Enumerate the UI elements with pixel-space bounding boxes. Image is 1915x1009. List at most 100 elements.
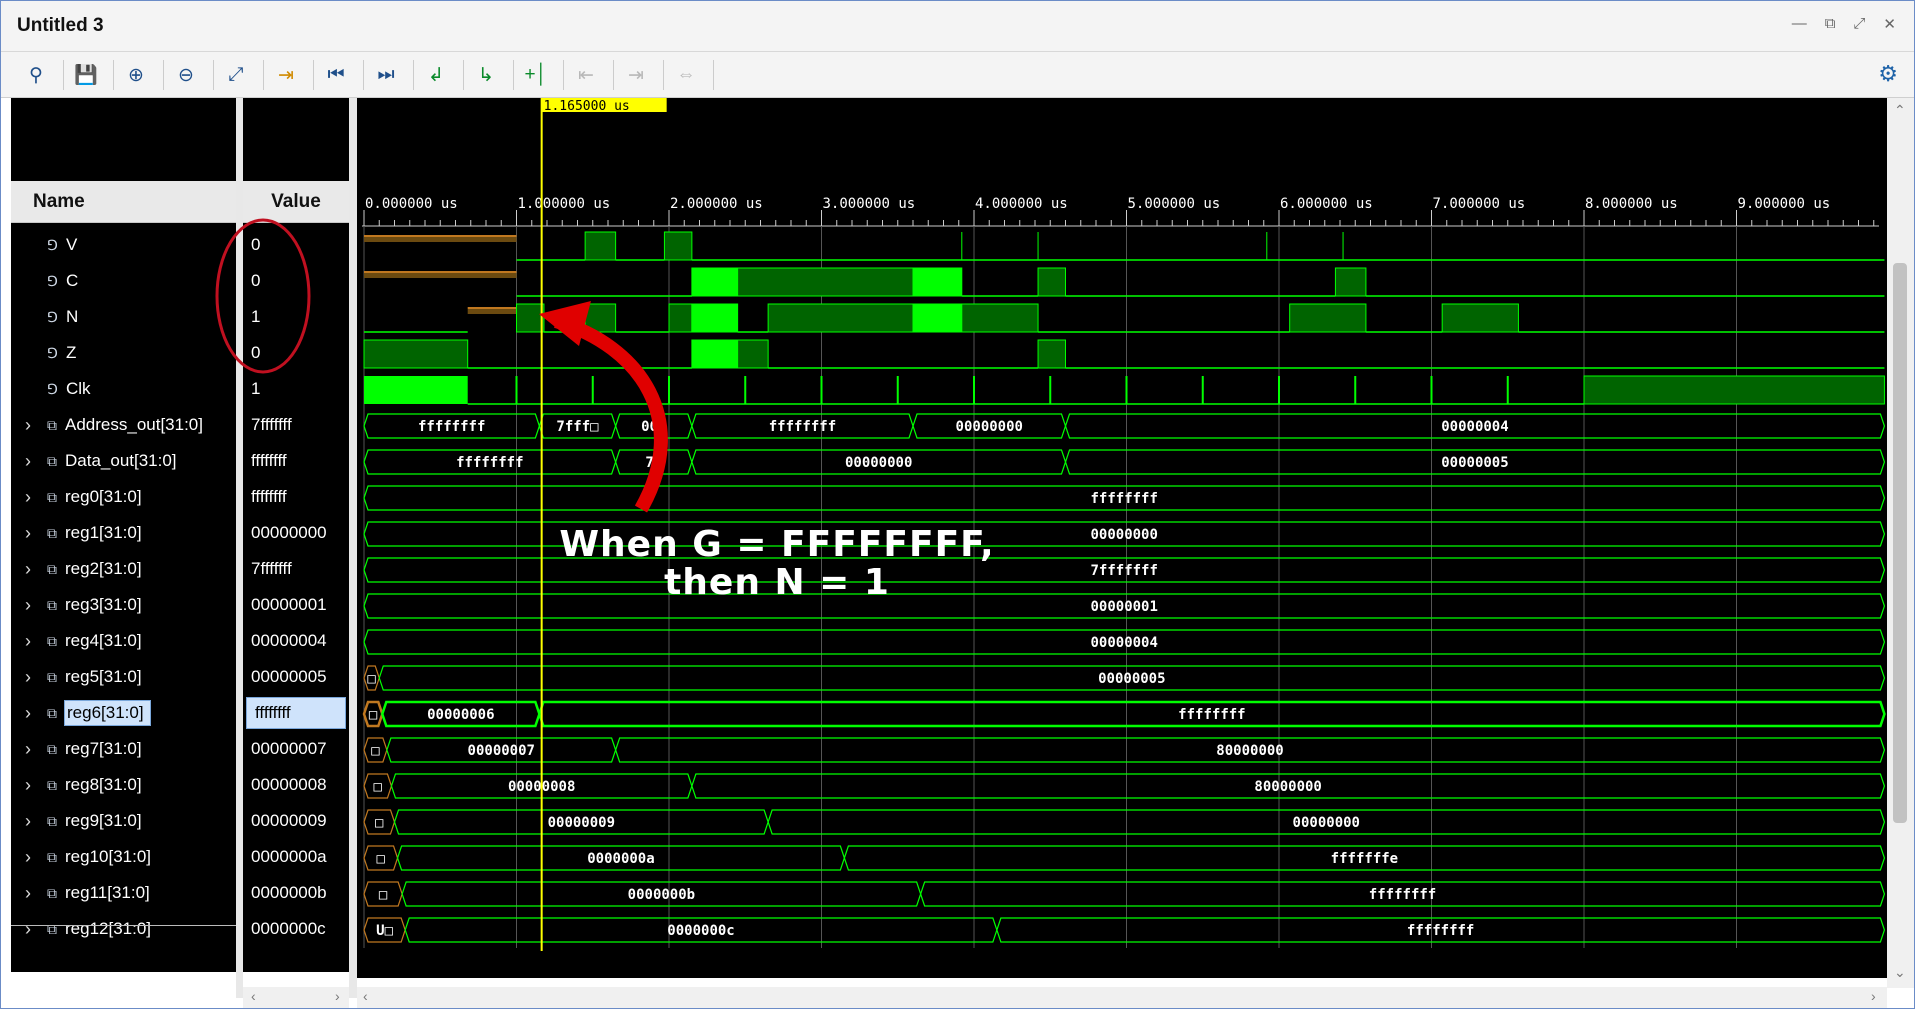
expand-chevron-icon[interactable]: ›: [25, 451, 31, 472]
bus-value-label: 00000007: [468, 743, 535, 759]
pane-splitter[interactable]: [236, 98, 243, 998]
bus-value-label: ffffffff: [1407, 923, 1474, 939]
wave-hscrollbar[interactable]: ‹ ›: [357, 987, 1887, 1008]
expand-chevron-icon[interactable]: ›: [25, 811, 31, 832]
time-tick-label: 1.000000 us: [518, 196, 611, 212]
zoom-fit-icon[interactable]: ⤢: [221, 60, 251, 90]
bus-signal-icon: ⧉: [47, 560, 57, 577]
signal-value: 0: [251, 271, 261, 290]
signal-row-reg6[interactable]: › ⧉ reg6[31:0]: [11, 695, 236, 731]
signal-row-address_out[interactable]: › ⧉ Address_out[31:0]: [11, 407, 236, 443]
bus-value-label: 7f: [645, 455, 662, 471]
maximize-icon[interactable]: ⤢: [1853, 15, 1865, 33]
signal-row-v[interactable]: ⅁ V: [11, 227, 236, 263]
restore-icon[interactable]: ⧉: [1825, 15, 1836, 33]
go-to-end-icon[interactable]: ⏭: [371, 60, 401, 90]
signal-row-reg7[interactable]: › ⧉ reg7[31:0]: [11, 731, 236, 767]
signal-name: Clk: [66, 379, 91, 398]
bus-value-label: □: [371, 743, 380, 759]
signal-name: Data_out[31:0]: [65, 451, 177, 470]
signal-row-z[interactable]: ⅁ Z: [11, 335, 236, 371]
signal-row-reg10[interactable]: › ⧉ reg10[31:0]: [11, 839, 236, 875]
bus-value-label: 00000006: [427, 707, 494, 723]
expand-chevron-icon[interactable]: ›: [25, 595, 31, 616]
signal-row-reg8[interactable]: › ⧉ reg8[31:0]: [11, 767, 236, 803]
signal-row-reg11[interactable]: › ⧉ reg11[31:0]: [11, 875, 236, 911]
bus-value-label: □: [367, 671, 376, 687]
bit-high: [663, 231, 693, 261]
bit-high: [1037, 267, 1066, 297]
signal-value: 7fffffff: [251, 559, 292, 578]
zoom-in-icon[interactable]: ⊕: [121, 60, 151, 90]
bus-signal-icon: ⧉: [47, 884, 57, 901]
bit-high: [584, 303, 617, 333]
name-column-header[interactable]: Name: [11, 181, 236, 223]
expand-chevron-icon[interactable]: ›: [25, 415, 31, 436]
expand-chevron-icon[interactable]: ›: [25, 775, 31, 796]
go-to-start-icon[interactable]: ⏮: [321, 60, 351, 90]
signal-row-reg3[interactable]: › ⧉ reg3[31:0]: [11, 587, 236, 623]
bus-value-label: 80000000: [1216, 743, 1283, 759]
expand-chevron-icon[interactable]: ›: [25, 919, 31, 940]
signal-value: 00000005: [251, 667, 327, 686]
zoom-out-icon[interactable]: ⊖: [171, 60, 201, 90]
scroll-up-icon[interactable]: ⌃: [1894, 102, 1906, 119]
signal-row-reg5[interactable]: › ⧉ reg5[31:0]: [11, 659, 236, 695]
scroll-down-icon[interactable]: ⌄: [1894, 964, 1906, 981]
go-to-cursor-icon[interactable]: ⇥: [271, 60, 301, 90]
expand-chevron-icon[interactable]: ›: [25, 487, 31, 508]
expand-chevron-icon[interactable]: ›: [25, 847, 31, 868]
bus-value-label: 00000000: [956, 419, 1023, 435]
pane-splitter[interactable]: [349, 98, 357, 998]
signal-name: reg3[31:0]: [65, 595, 142, 614]
signal-row-c[interactable]: ⅁ C: [11, 263, 236, 299]
signal-row-reg1[interactable]: › ⧉ reg1[31:0]: [11, 515, 236, 551]
bus-value-label: □: [374, 779, 383, 795]
signal-value: 0: [251, 235, 261, 254]
signal-row-reg4[interactable]: › ⧉ reg4[31:0]: [11, 623, 236, 659]
value-column-header[interactable]: Value: [243, 181, 349, 223]
expand-chevron-icon[interactable]: ›: [25, 631, 31, 652]
settings-icon[interactable]: ⚙: [1878, 61, 1898, 87]
minimize-icon[interactable]: —: [1792, 15, 1807, 33]
expand-chevron-icon[interactable]: ›: [25, 523, 31, 544]
signal-name: V: [66, 235, 78, 254]
previous-marker-icon[interactable]: ⇤: [571, 60, 601, 90]
scroll-left-icon[interactable]: ‹: [251, 988, 256, 1004]
scroll-left-icon[interactable]: ‹: [363, 988, 368, 1004]
search-icon[interactable]: ⚲: [21, 60, 51, 90]
signal-name: reg2[31:0]: [65, 559, 142, 578]
bit-high: [737, 339, 769, 369]
signal-row-clk[interactable]: ⅁ Clk: [11, 371, 236, 407]
expand-chevron-icon[interactable]: ›: [25, 667, 31, 688]
signal-row-data_out[interactable]: › ⧉ Data_out[31:0]: [11, 443, 236, 479]
bus-signal-icon: ⧉: [47, 704, 57, 721]
expand-chevron-icon[interactable]: ›: [25, 883, 31, 904]
expand-chevron-icon[interactable]: ›: [25, 703, 31, 724]
previous-transition-icon[interactable]: ↲: [421, 60, 451, 90]
bit-high: [1334, 267, 1367, 297]
signal-value: 00000000: [251, 523, 327, 542]
vertical-scrollbar[interactable]: ⌃ ⌄: [1887, 98, 1914, 988]
close-icon[interactable]: ✕: [1883, 15, 1896, 33]
signal-row-reg12[interactable]: › ⧉ reg12[31:0]: [11, 911, 236, 947]
signal-name: Z: [66, 343, 77, 362]
signal-row-reg9[interactable]: › ⧉ reg9[31:0]: [11, 803, 236, 839]
signal-value: 0000000b: [251, 883, 327, 902]
bus-signal-icon: ⧉: [47, 740, 57, 757]
value-hscrollbar[interactable]: ‹ ›: [243, 987, 349, 1008]
scroll-thumb[interactable]: [1893, 263, 1907, 823]
next-marker-icon[interactable]: ⇥: [621, 60, 651, 90]
signal-row-reg2[interactable]: › ⧉ reg2[31:0]: [11, 551, 236, 587]
next-transition-icon[interactable]: ↳: [471, 60, 501, 90]
save-icon[interactable]: 💾: [71, 60, 101, 90]
expand-chevron-icon[interactable]: ›: [25, 559, 31, 580]
scroll-right-icon[interactable]: ›: [1871, 988, 1876, 1004]
scroll-right-icon[interactable]: ›: [335, 988, 340, 1004]
add-marker-icon[interactable]: +│: [521, 60, 551, 90]
expand-chevron-icon[interactable]: ›: [25, 739, 31, 760]
bus-value-label: ffffffff: [418, 419, 485, 435]
swap-cursors-icon[interactable]: ⇔: [671, 60, 701, 90]
signal-row-n[interactable]: ⅁ N: [11, 299, 236, 335]
signal-row-reg0[interactable]: › ⧉ reg0[31:0]: [11, 479, 236, 515]
